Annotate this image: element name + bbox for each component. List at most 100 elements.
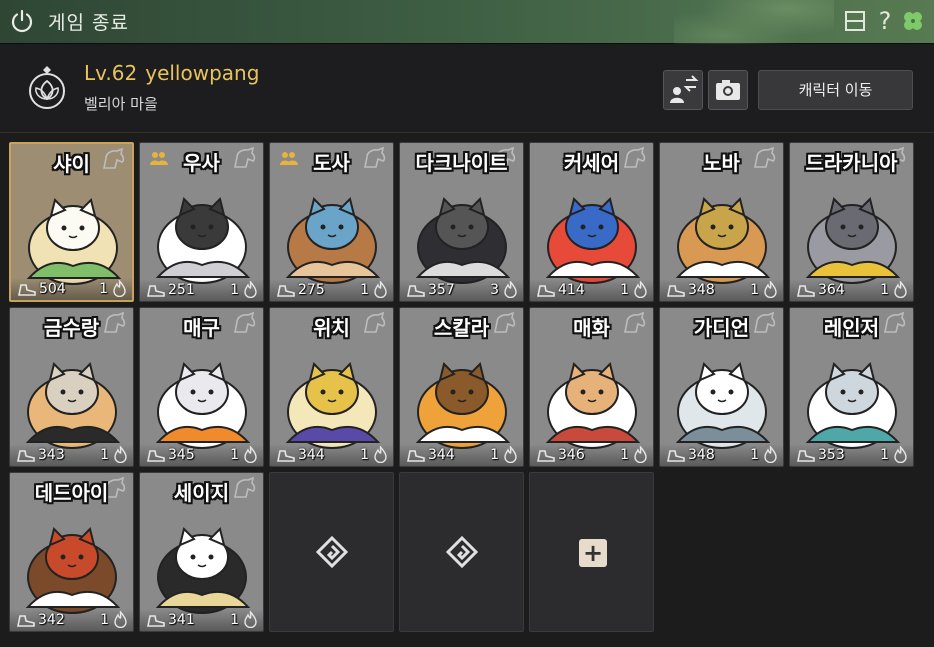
character-family-name: yellowpang — [145, 61, 260, 85]
flame-icon — [764, 446, 777, 463]
character-portrait — [805, 362, 901, 449]
character-count-value: 1 — [620, 447, 629, 463]
character-portrait — [25, 527, 121, 614]
character-level-value: 342 — [38, 612, 65, 628]
character-count-value: 1 — [100, 447, 109, 463]
character-class-name: 도사 — [313, 151, 350, 175]
character-class-name: 세이지 — [173, 481, 230, 505]
character-card[interactable]: 샤이 504 1 — [9, 142, 134, 302]
character-portrait — [415, 362, 511, 449]
character-card[interactable]: 매화 346 1 — [529, 307, 654, 467]
power-icon[interactable] — [8, 7, 36, 35]
character-level-value: 414 — [558, 282, 585, 298]
character-card[interactable]: 드라카니아 364 1 — [789, 142, 914, 302]
empty-character-slot[interactable] — [269, 472, 394, 632]
flame-icon — [504, 446, 517, 463]
character-card[interactable]: 금수랑 343 1 — [9, 307, 134, 467]
leaf-decoration — [674, 0, 834, 44]
character-card[interactable]: 세이지 341 1 — [139, 472, 264, 632]
character-class-name: 매구 — [183, 316, 220, 340]
empty-character-slot[interactable] — [399, 472, 524, 632]
family-emblem-icon — [29, 66, 65, 109]
character-card[interactable]: 다크나이트 357 3 — [399, 142, 524, 302]
character-level: Lv.62 — [84, 61, 138, 85]
character-count-value: 1 — [490, 447, 499, 463]
character-card[interactable]: 커세어 414 1 — [529, 142, 654, 302]
character-count-value: 1 — [750, 282, 759, 298]
character-portrait — [285, 362, 381, 449]
character-portrait — [805, 197, 901, 284]
character-class-name: 우사 — [183, 151, 220, 175]
flame-icon — [244, 446, 257, 463]
character-level-name: Lv.62 yellowpang — [84, 61, 259, 85]
plus-icon: + — [579, 539, 607, 567]
character-class-name: 위치 — [313, 316, 350, 340]
character-card[interactable]: 가디언 348 1 — [659, 307, 784, 467]
character-count-value: 1 — [880, 282, 889, 298]
flame-icon — [244, 281, 257, 298]
title-bar: 게임 종료 ? — [0, 0, 934, 44]
character-swap-button[interactable] — [663, 70, 703, 110]
character-select-window: 게임 종료 ? Lv.62 yellowpang 벨리아 마을 캐릭터 이동 샤… — [0, 0, 934, 647]
character-level-value: 341 — [168, 612, 195, 628]
character-card[interactable]: 도사 275 1 — [269, 142, 394, 302]
add-character-slot[interactable]: + — [529, 472, 654, 632]
energy-icon — [147, 615, 165, 627]
character-card[interactable]: 위치 344 1 — [269, 307, 394, 467]
energy-icon — [147, 450, 165, 462]
flame-icon — [114, 446, 127, 463]
energy-icon — [18, 284, 36, 296]
character-class-name: 데드아이 — [34, 481, 109, 505]
character-level-value: 346 — [558, 447, 585, 463]
character-portrait — [285, 197, 381, 284]
character-count-value: 1 — [360, 282, 369, 298]
character-class-name: 매화 — [573, 316, 610, 340]
help-icon[interactable]: ? — [872, 8, 898, 34]
energy-icon — [667, 285, 685, 297]
character-level-value: 357 — [428, 282, 455, 298]
character-count-value: 1 — [360, 447, 369, 463]
screenshot-button[interactable] — [708, 70, 748, 110]
flame-icon — [113, 280, 126, 297]
character-class-name: 노바 — [703, 151, 740, 175]
character-swap-icon — [670, 75, 699, 103]
character-count-value: 1 — [230, 447, 239, 463]
clover-icon[interactable] — [900, 8, 926, 34]
exit-game-title[interactable]: 게임 종료 — [48, 8, 129, 35]
energy-icon — [537, 450, 555, 462]
character-card[interactable]: 우사 251 1 — [139, 142, 264, 302]
flame-icon — [634, 446, 647, 463]
flame-icon — [894, 281, 907, 298]
flame-icon — [894, 446, 907, 463]
energy-icon — [407, 285, 425, 297]
energy-icon — [407, 450, 425, 462]
character-card[interactable]: 매구 345 1 — [139, 307, 264, 467]
character-card[interactable]: 노바 348 1 — [659, 142, 784, 302]
character-card[interactable]: 레인저 353 1 — [789, 307, 914, 467]
character-level-value: 504 — [39, 281, 66, 297]
character-portrait — [545, 362, 641, 449]
character-level-value: 348 — [688, 282, 715, 298]
character-portrait — [675, 197, 771, 284]
character-card[interactable]: 데드아이 342 1 — [9, 472, 134, 632]
energy-icon — [797, 450, 815, 462]
diamond-slot-icon — [316, 536, 348, 568]
energy-icon — [797, 285, 815, 297]
move-character-button[interactable]: 캐릭터 이동 — [758, 70, 913, 110]
flame-icon — [504, 281, 517, 298]
character-level-value: 348 — [688, 447, 715, 463]
character-count-value: 1 — [750, 447, 759, 463]
energy-icon — [17, 615, 35, 627]
character-header: Lv.62 yellowpang 벨리아 마을 캐릭터 이동 — [0, 45, 934, 133]
character-portrait — [675, 362, 771, 449]
character-class-name: 가디언 — [693, 316, 750, 340]
energy-icon — [277, 285, 295, 297]
layout-icon[interactable] — [842, 8, 868, 34]
character-count-value: 1 — [620, 282, 629, 298]
character-level-value: 344 — [298, 447, 325, 463]
character-class-name: 커세어 — [563, 151, 620, 175]
character-class-name: 드라카니아 — [805, 151, 898, 175]
character-card[interactable]: 스칼라 344 1 — [399, 307, 524, 467]
character-level-value: 343 — [38, 447, 65, 463]
character-count-value: 1 — [880, 447, 889, 463]
